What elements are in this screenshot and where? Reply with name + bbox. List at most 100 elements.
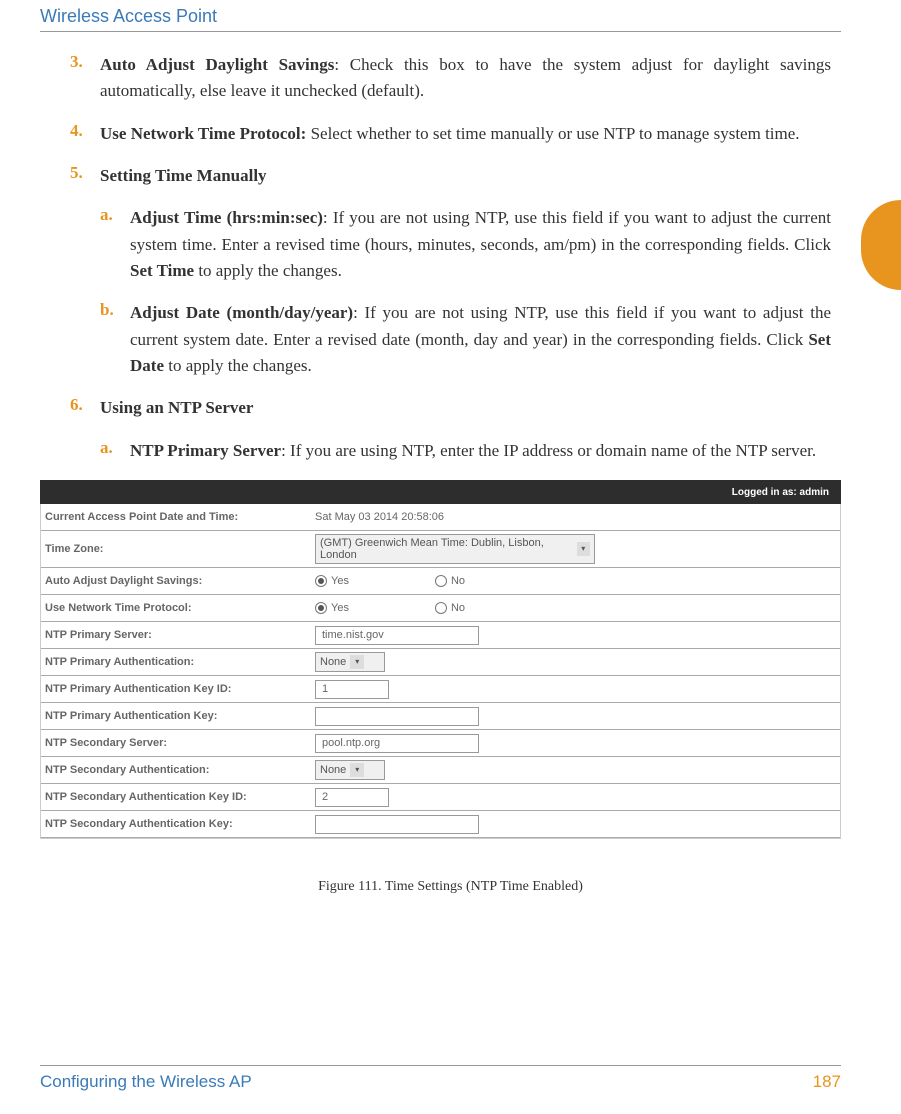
settings-label: NTP Secondary Server: — [45, 737, 315, 749]
sub-list-5: a. Adjust Time (hrs:min:sec): If you are… — [70, 205, 831, 379]
screenshot-header: Logged in as: admin — [40, 480, 841, 504]
sub-text: NTP Primary Server: If you are using NTP… — [130, 438, 831, 464]
sub-item-a: a. NTP Primary Server: If you are using … — [100, 438, 831, 464]
sub-t2: to apply the changes. — [164, 356, 312, 375]
settings-label: NTP Primary Server: — [45, 629, 315, 641]
radio-yes[interactable]: Yes — [315, 575, 349, 587]
settings-value: None▾ — [315, 760, 836, 780]
settings-value — [315, 707, 836, 726]
radio-yes[interactable]: Yes — [315, 602, 349, 614]
dropdown[interactable]: (GMT) Greenwich Mean Time: Dublin, Lisbo… — [315, 534, 595, 564]
settings-label: NTP Secondary Authentication Key: — [45, 818, 315, 830]
chevron-down-icon: ▾ — [577, 542, 590, 556]
sub-text: Adjust Time (hrs:min:sec): If you are no… — [130, 205, 831, 284]
list-item-6: 6. Using an NTP Server — [70, 395, 831, 421]
settings-label: Use Network Time Protocol: — [45, 602, 315, 614]
item-number: 6. — [70, 395, 100, 421]
settings-row: NTP Secondary Authentication Key ID:2 — [41, 784, 840, 811]
settings-value: Yes No — [315, 575, 836, 587]
chevron-down-icon: ▾ — [350, 655, 364, 669]
footer-left: Configuring the Wireless AP — [40, 1072, 252, 1092]
settings-label: Auto Adjust Daylight Savings: — [45, 575, 315, 587]
settings-label: NTP Secondary Authentication Key ID: — [45, 791, 315, 803]
dropdown[interactable]: None▾ — [315, 652, 385, 672]
settings-row: Time Zone:(GMT) Greenwich Mean Time: Dub… — [41, 531, 840, 568]
screenshot-body: Current Access Point Date and Time:Sat M… — [40, 504, 841, 839]
sub-letter: a. — [100, 205, 130, 284]
settings-row: Use Network Time Protocol:Yes No — [41, 595, 840, 622]
settings-row: NTP Secondary Server:pool.ntp.org — [41, 730, 840, 757]
sub-bold: Adjust Time (hrs:min:sec) — [130, 208, 323, 227]
sub-list-6: a. NTP Primary Server: If you are using … — [70, 438, 831, 464]
settings-row: NTP Primary Authentication Key ID:1 — [41, 676, 840, 703]
item-number: 3. — [70, 52, 100, 105]
item-rest: Select whether to set time manually or u… — [306, 124, 799, 143]
item-bold: Use Network Time Protocol: — [100, 124, 306, 143]
page-header: Wireless Access Point — [40, 0, 841, 32]
text-input[interactable]: pool.ntp.org — [315, 734, 479, 753]
settings-screenshot: Logged in as: admin Current Access Point… — [40, 480, 841, 839]
item-text: Using an NTP Server — [100, 395, 831, 421]
settings-value: Sat May 03 2014 20:58:06 — [315, 511, 836, 523]
radio-icon — [315, 602, 327, 614]
radio-icon — [315, 575, 327, 587]
list-item-5: 5. Setting Time Manually — [70, 163, 831, 189]
sub-bold: NTP Primary Server — [130, 441, 281, 460]
text-input[interactable]: 1 — [315, 680, 389, 699]
settings-value — [315, 815, 836, 834]
settings-label: Current Access Point Date and Time: — [45, 511, 315, 523]
text-input[interactable] — [315, 815, 479, 834]
text-input[interactable] — [315, 707, 479, 726]
settings-row: Current Access Point Date and Time:Sat M… — [41, 504, 840, 531]
item-text: Use Network Time Protocol: Select whethe… — [100, 121, 831, 147]
sub-item-a: a. Adjust Time (hrs:min:sec): If you are… — [100, 205, 831, 284]
sub-t1: : If you are using NTP, enter the IP add… — [281, 441, 816, 460]
settings-value: pool.ntp.org — [315, 734, 836, 753]
radio-icon — [435, 602, 447, 614]
settings-label: NTP Primary Authentication: — [45, 656, 315, 668]
item-bold: Auto Adjust Daylight Savings — [100, 55, 334, 74]
list-item-4: 4. Use Network Time Protocol: Select whe… — [70, 121, 831, 147]
settings-label: NTP Primary Authentication Key: — [45, 710, 315, 722]
radio-no[interactable]: No — [435, 575, 465, 587]
settings-label: Time Zone: — [45, 543, 315, 555]
sub-item-b: b. Adjust Date (month/day/year): If you … — [100, 300, 831, 379]
logged-in-text: Logged in as: admin — [732, 487, 829, 498]
radio-no[interactable]: No — [435, 602, 465, 614]
sub-letter: a. — [100, 438, 130, 464]
main-content: 3. Auto Adjust Daylight Savings: Check t… — [40, 32, 841, 895]
list-item-3: 3. Auto Adjust Daylight Savings: Check t… — [70, 52, 831, 105]
figure-caption: Figure 111. Time Settings (NTP Time Enab… — [70, 879, 831, 895]
settings-row: Auto Adjust Daylight Savings:Yes No — [41, 568, 840, 595]
sub-bold: Adjust Date (month/day/year) — [130, 303, 353, 322]
radio-icon — [435, 575, 447, 587]
settings-row: NTP Primary Authentication Key: — [41, 703, 840, 730]
chevron-down-icon: ▾ — [350, 763, 364, 777]
settings-value: None▾ — [315, 652, 836, 672]
item-number: 4. — [70, 121, 100, 147]
item-text: Setting Time Manually — [100, 163, 831, 189]
settings-value: time.nist.gov — [315, 626, 836, 645]
item-text: Auto Adjust Daylight Savings: Check this… — [100, 52, 831, 105]
sub-t2: to apply the changes. — [194, 261, 342, 280]
text-input[interactable]: 2 — [315, 788, 389, 807]
settings-value: 1 — [315, 680, 836, 699]
item-bold: Using an NTP Server — [100, 398, 253, 417]
settings-row: NTP Primary Authentication:None▾ — [41, 649, 840, 676]
settings-value: (GMT) Greenwich Mean Time: Dublin, Lisbo… — [315, 534, 836, 564]
sub-bold2: Set Time — [130, 261, 194, 280]
settings-row: NTP Primary Server:time.nist.gov — [41, 622, 840, 649]
settings-row: NTP Secondary Authentication:None▾ — [41, 757, 840, 784]
settings-label: NTP Secondary Authentication: — [45, 764, 315, 776]
settings-label: NTP Primary Authentication Key ID: — [45, 683, 315, 695]
footer-right: 187 — [813, 1072, 841, 1092]
item-number: 5. — [70, 163, 100, 189]
dropdown[interactable]: None▾ — [315, 760, 385, 780]
text-input[interactable]: time.nist.gov — [315, 626, 479, 645]
item-bold: Setting Time Manually — [100, 166, 267, 185]
settings-value: Yes No — [315, 602, 836, 614]
sub-letter: b. — [100, 300, 130, 379]
side-tab — [861, 200, 901, 290]
settings-row: NTP Secondary Authentication Key: — [41, 811, 840, 838]
sub-text: Adjust Date (month/day/year): If you are… — [130, 300, 831, 379]
